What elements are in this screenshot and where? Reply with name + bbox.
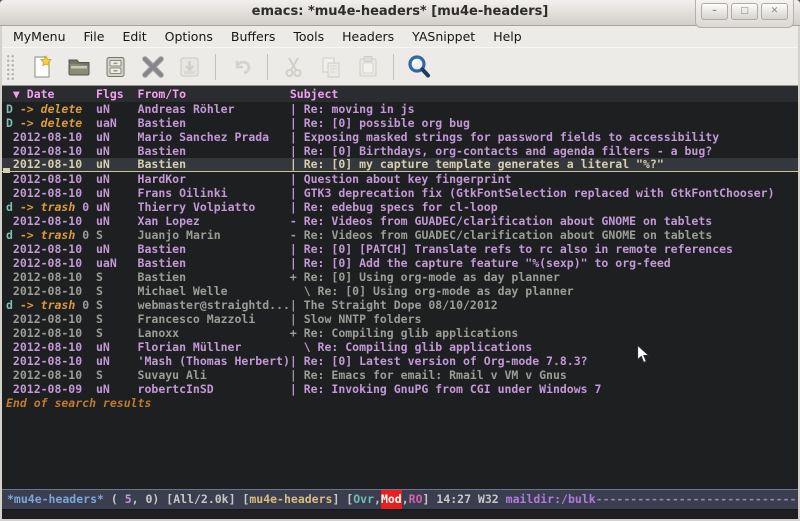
- toolbar-separator: [215, 54, 216, 80]
- message-row[interactable]: d -> trash 0 S webmaster@straightd...| T…: [2, 298, 798, 312]
- mark-char: D: [6, 102, 13, 116]
- close-button[interactable]: ✕: [761, 3, 788, 20]
- menu-help[interactable]: Help: [484, 27, 531, 46]
- toolbar-grip-handle[interactable]: [6, 54, 15, 80]
- menu-bar: MyMenuFileEditOptionsBuffersToolsHeaders…: [2, 26, 798, 47]
- mark-action: -> trash: [20, 298, 75, 312]
- message-row[interactable]: 2012-08-10 uN Mario Sanchez Prada | Expo…: [2, 130, 798, 144]
- mark-action: -> trash: [20, 200, 75, 214]
- mark-action: -> delete: [20, 116, 82, 130]
- menu-tools[interactable]: Tools: [284, 27, 333, 46]
- mark-char: d: [6, 228, 13, 242]
- search-button[interactable]: [406, 53, 433, 81]
- mark-char: D: [6, 116, 13, 130]
- menu-buffers[interactable]: Buffers: [222, 27, 284, 46]
- open-folder-button[interactable]: [65, 53, 92, 81]
- end-of-search-note: End of search results: [6, 396, 151, 410]
- message-row[interactable]: D -> delete uaN Bastien | Re: [0] possib…: [2, 116, 798, 130]
- message-row[interactable]: 2012-08-10 uN Frans Oilinki | GTK3 depre…: [2, 186, 798, 200]
- save-button[interactable]: [102, 53, 129, 81]
- undo-button: [228, 53, 255, 81]
- modeline-segment: ]: [423, 490, 437, 509]
- menu-headers[interactable]: Headers: [333, 27, 403, 46]
- mu4e-headers-buffer: ▼ Date Flgs From/To Subject D -> delete …: [2, 86, 798, 489]
- modeline-segment: ,: [402, 490, 409, 509]
- open-folder-icon: [66, 54, 92, 80]
- message-row[interactable]: 2012-08-10 S Francesco Mazzoli | Slow NN…: [2, 312, 798, 326]
- modeline-segment: 5: [125, 490, 132, 509]
- modeline-segment: ,: [374, 490, 381, 509]
- paste-button: [354, 53, 381, 81]
- modeline-segment: ----------------------------------------…: [596, 490, 798, 509]
- modeline-segment: 14:27 W32: [436, 490, 505, 509]
- mode-line: *mu4e-headers* ( 5, 0) [All/2.0k] [mu4e-…: [2, 489, 798, 510]
- modeline-segment: mu4e-headers: [249, 490, 332, 509]
- toolbar-separator: [393, 54, 394, 80]
- window-controls: –□✕: [695, 0, 794, 28]
- window-title: emacs: *mu4e-headers* [mu4e-headers]: [0, 4, 800, 19]
- message-row[interactable]: 2012-08-10 S Suvayu Ali | Re: Emacs for …: [2, 368, 798, 382]
- message-row[interactable]: 2012-08-10 uN Bastien | Re: [0] [PATCH] …: [2, 242, 798, 256]
- minimize-button[interactable]: –: [701, 3, 728, 20]
- search-icon: [406, 53, 433, 80]
- message-row[interactable]: 2012-08-10 uN Bastien | Re: [0] Birthday…: [2, 144, 798, 158]
- maximize-button[interactable]: □: [731, 3, 758, 20]
- paste-icon: [355, 54, 381, 80]
- mark-action: -> trash: [20, 228, 75, 242]
- modeline-segment: (: [104, 490, 125, 509]
- mark-char: d: [6, 200, 13, 214]
- modeline-segment: ] [: [332, 490, 353, 509]
- new-file-button[interactable]: [28, 53, 55, 81]
- message-row[interactable]: 2012-08-10 uN HardKor | Question about k…: [2, 172, 798, 186]
- new-file-icon: [29, 54, 55, 80]
- frame: MyMenuFileEditOptionsBuffersToolsHeaders…: [0, 26, 800, 521]
- message-row[interactable]: 2012-08-10 S Lanoxx + Re: Compiling glib…: [2, 326, 798, 340]
- modeline-segment: *mu4e-headers*: [7, 490, 104, 509]
- minibuffer[interactable]: [2, 510, 798, 519]
- cut-button: [280, 53, 307, 81]
- toolbar-separator: [267, 54, 268, 80]
- message-row[interactable]: 2012-08-10 uN Xan Lopez - Re: Videos fro…: [2, 214, 798, 228]
- message-row[interactable]: 2012-08-09 uN robertcInSD | Re: Invoking…: [2, 382, 798, 396]
- message-row[interactable]: 2012-08-10 uN Bastien | Re: [0] my captu…: [2, 158, 798, 172]
- save-icon: [103, 54, 129, 80]
- mark-action: -> delete: [20, 102, 82, 116]
- message-row[interactable]: d -> trash 0 S Juanjo Marin - Re: Videos…: [2, 228, 798, 242]
- modeline-segment: maildir:/bulk: [506, 490, 596, 509]
- title-bar[interactable]: emacs: *mu4e-headers* [mu4e-headers] –□✕: [0, 0, 800, 26]
- menu-options[interactable]: Options: [156, 27, 222, 46]
- menu-yasnippet[interactable]: YASnippet: [403, 27, 484, 46]
- mark-char: d: [6, 298, 13, 312]
- message-list: D -> delete uN Andreas Röhler | Re: movi…: [2, 102, 798, 396]
- message-row[interactable]: 2012-08-10 uaN Bastien | Re: [0] Add the…: [2, 256, 798, 270]
- menu-mymenu[interactable]: MyMenu: [4, 27, 75, 46]
- message-row[interactable]: D -> delete uN Andreas Röhler | Re: movi…: [2, 102, 798, 116]
- message-row[interactable]: 2012-08-10 uN 'Mash (Thomas Herbert)| Re…: [2, 354, 798, 368]
- message-row[interactable]: 2012-08-10 S Bastien + Re: [0] Using org…: [2, 270, 798, 284]
- copy-icon: [318, 54, 344, 80]
- message-row[interactable]: 2012-08-10 uN Florian Müllner \ Re: Comp…: [2, 340, 798, 354]
- emacs-window: emacs: *mu4e-headers* [mu4e-headers] –□✕…: [0, 0, 800, 521]
- modeline-segment: Mod: [381, 490, 402, 509]
- modeline-segment: RO: [409, 490, 423, 509]
- close-buffer-button[interactable]: [139, 53, 166, 81]
- close-buffer-icon: [140, 54, 166, 80]
- column-headers[interactable]: ▼ Date Flgs From/To Subject: [2, 86, 798, 102]
- modeline-segment: Ovr: [353, 490, 374, 509]
- message-row[interactable]: d -> trash 0 uN Thierry Volpiatto | Re: …: [2, 200, 798, 214]
- undo-icon: [229, 54, 255, 80]
- save-as-button: [176, 53, 203, 81]
- save-as-icon: [177, 54, 203, 80]
- cut-icon: [281, 54, 307, 80]
- menu-file[interactable]: File: [75, 27, 114, 46]
- modeline-segment: , 0) [All/2.0k] [: [132, 490, 250, 509]
- message-row[interactable]: 2012-08-10 S Michael Welle \ Re: [0] Usi…: [2, 284, 798, 298]
- menu-edit[interactable]: Edit: [113, 27, 155, 46]
- copy-button: [317, 53, 344, 81]
- toolbar: [2, 47, 798, 86]
